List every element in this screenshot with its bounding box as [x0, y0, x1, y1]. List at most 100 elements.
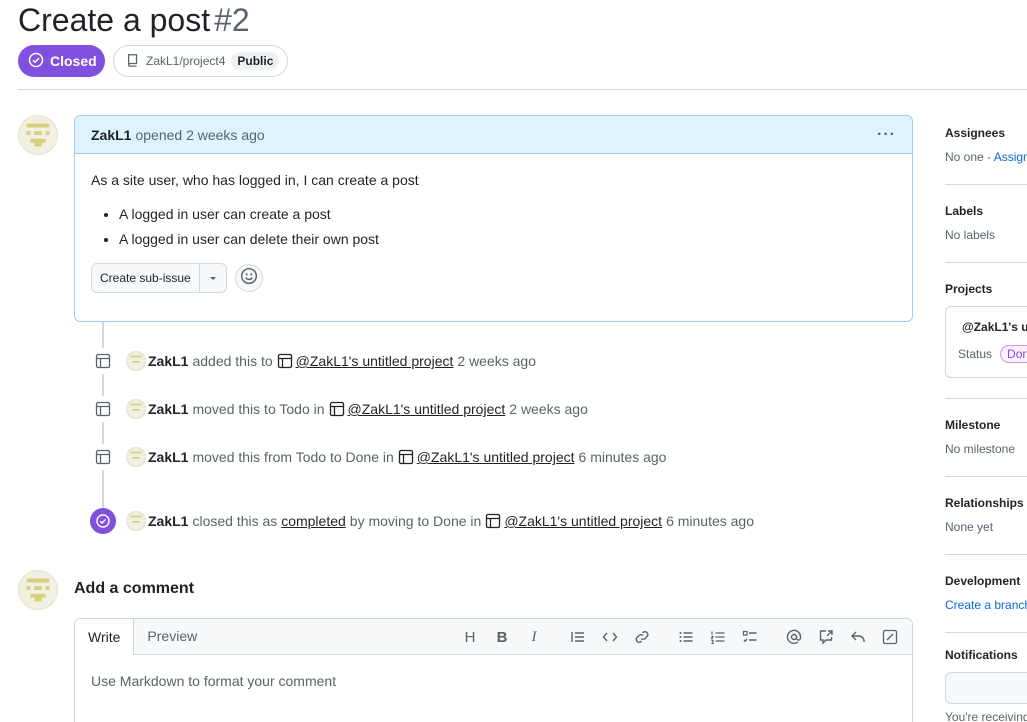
comment-input[interactable]: Use Markdown to format your comment	[75, 655, 912, 707]
comment-editor: Write Preview H B I Use Markdown to form…	[74, 618, 913, 722]
project-link[interactable]: @ZakL1's untitled project	[348, 401, 506, 417]
add-reaction-button[interactable]	[234, 264, 263, 292]
status-done-badge[interactable]: Done	[1000, 345, 1027, 363]
comment-header: ZakL1 opened 2 weeks ago ···	[75, 116, 912, 154]
issue-number: #2	[214, 2, 250, 38]
reply-icon[interactable]	[844, 623, 872, 651]
milestone-heading[interactable]: Milestone	[945, 418, 1027, 432]
issue-title: Create a post	[18, 2, 211, 38]
page-title: Create a post #2	[18, 0, 250, 40]
project-card[interactable]: @ZakL1's untitled project Status Done	[945, 306, 1027, 378]
comment-text: As a site user, who has logged in, I can…	[91, 172, 419, 188]
milestone-section: Milestone No milestone	[945, 418, 1027, 456]
mention-icon[interactable]	[780, 623, 808, 651]
avatar[interactable]	[126, 399, 146, 419]
issue-sidebar: Assignees No one - Assign yourself Label…	[945, 100, 1027, 722]
closed-check-icon	[90, 508, 116, 534]
comment-meta: opened 2 weeks ago	[135, 126, 265, 143]
timeline-event: ZakL1 moved this from Todo to Done in @Z…	[90, 444, 666, 470]
timeline-time[interactable]: 6 minutes ago	[579, 449, 667, 465]
project-name[interactable]: @ZakL1's untitled project	[958, 319, 1027, 335]
italic-icon[interactable]: I	[520, 623, 548, 651]
project-table-icon	[90, 396, 116, 422]
timeline-action: moved this to Todo in	[192, 401, 325, 417]
timeline-event: ZakL1 moved this to Todo in @ZakL1's unt…	[90, 396, 588, 422]
comment-body: As a site user, who has logged in, I can…	[75, 154, 912, 309]
avatar[interactable]	[126, 351, 146, 371]
development-section: Development Create a branch	[945, 574, 1027, 612]
avatar[interactable]	[126, 447, 146, 467]
project-table-icon	[90, 444, 116, 470]
assignees-section: Assignees No one - Assign yourself	[945, 126, 1027, 164]
project-link[interactable]: @ZakL1's untitled project	[296, 353, 454, 369]
assignees-value: No one -	[945, 150, 994, 164]
avatar[interactable]	[18, 115, 58, 155]
timeline-action: moved this from Todo to Done in	[192, 449, 394, 465]
labels-value: No labels	[945, 228, 996, 242]
timeline-actor[interactable]: ZakL1	[148, 513, 188, 529]
add-comment-heading: Add a comment	[74, 580, 195, 597]
project-link[interactable]: @ZakL1's untitled project	[504, 513, 662, 529]
task-list-icon[interactable]	[736, 623, 764, 651]
timeline-actor[interactable]: ZakL1	[148, 449, 188, 465]
timeline-time[interactable]: 2 weeks ago	[457, 353, 536, 369]
ordered-list-icon[interactable]	[704, 623, 732, 651]
projects-heading[interactable]: Projects	[945, 282, 1027, 296]
status-badge-label: Closed	[50, 53, 97, 69]
avatar[interactable]	[18, 570, 58, 610]
tab-write[interactable]: Write	[75, 619, 135, 655]
project-table-icon	[486, 513, 501, 529]
comment-bullets: A logged in user can create a post A log…	[119, 204, 896, 249]
assignees-heading[interactable]: Assignees	[945, 126, 1027, 140]
project-link[interactable]: @ZakL1's untitled project	[417, 449, 575, 465]
milestone-value: No milestone	[945, 442, 1016, 456]
markdown-toolbar: H B I	[456, 619, 904, 655]
tab-preview[interactable]: Preview	[134, 619, 210, 654]
development-heading[interactable]: Development	[945, 574, 1027, 588]
timeline-event: ZakL1 closed this as completed by moving…	[90, 508, 754, 534]
completed-link[interactable]: completed	[281, 513, 346, 529]
repo-icon	[126, 53, 140, 70]
bold-icon[interactable]: B	[488, 623, 516, 651]
cross-reference-icon[interactable]	[812, 623, 840, 651]
quote-icon[interactable]	[564, 623, 592, 651]
repo-name[interactable]: ZakL1/project4	[146, 54, 225, 68]
create-subissue-label[interactable]: Create sub-issue	[92, 264, 200, 292]
timeline-action-mid: by moving to Done in	[349, 513, 482, 529]
visibility-badge: Public	[231, 52, 280, 70]
create-subissue-button[interactable]: Create sub-issue	[91, 263, 227, 293]
relationships-value: None yet	[945, 520, 994, 534]
more-options-icon[interactable]: ···	[877, 126, 896, 144]
repo-pill[interactable]: ZakL1/project4 Public	[113, 45, 289, 77]
notifications-heading: Notifications	[945, 648, 1018, 662]
labels-heading[interactable]: Labels	[945, 204, 1027, 218]
create-branch-link[interactable]: Create a branch	[945, 598, 1027, 612]
sidebar-divider	[945, 398, 1027, 399]
chevron-down-icon[interactable]	[200, 264, 226, 292]
heading-icon[interactable]: H	[456, 623, 484, 651]
unordered-list-icon[interactable]	[672, 623, 700, 651]
timeline-actor[interactable]: ZakL1	[148, 353, 188, 369]
subscribe-button[interactable]	[945, 672, 1027, 704]
project-name-text[interactable]: @ZakL1's untitled project	[962, 320, 1027, 334]
timeline-actor[interactable]: ZakL1	[148, 401, 188, 417]
avatar[interactable]	[126, 511, 146, 531]
labels-section: Labels No labels	[945, 204, 1027, 242]
list-item: A logged in user can create a post	[119, 204, 896, 224]
smiley-icon	[240, 267, 258, 290]
status-badge: Closed	[18, 45, 105, 77]
timeline-time[interactable]: 2 weeks ago	[509, 401, 588, 417]
link-icon[interactable]	[628, 623, 656, 651]
project-table-icon	[329, 401, 344, 417]
relationships-heading[interactable]: Relationships	[945, 496, 1027, 510]
comment-author[interactable]: ZakL1	[91, 127, 131, 143]
code-icon[interactable]	[596, 623, 624, 651]
fullscreen-edit-icon[interactable]	[876, 623, 904, 651]
assign-yourself-link[interactable]: Assign yourself	[994, 150, 1027, 164]
sidebar-divider	[945, 632, 1027, 633]
sidebar-divider	[945, 184, 1027, 185]
check-circle-icon	[28, 52, 44, 71]
notifications-section: Notifications You're receiving notificat…	[945, 648, 1027, 722]
sidebar-divider	[945, 476, 1027, 477]
timeline-time[interactable]: 6 minutes ago	[666, 513, 754, 529]
